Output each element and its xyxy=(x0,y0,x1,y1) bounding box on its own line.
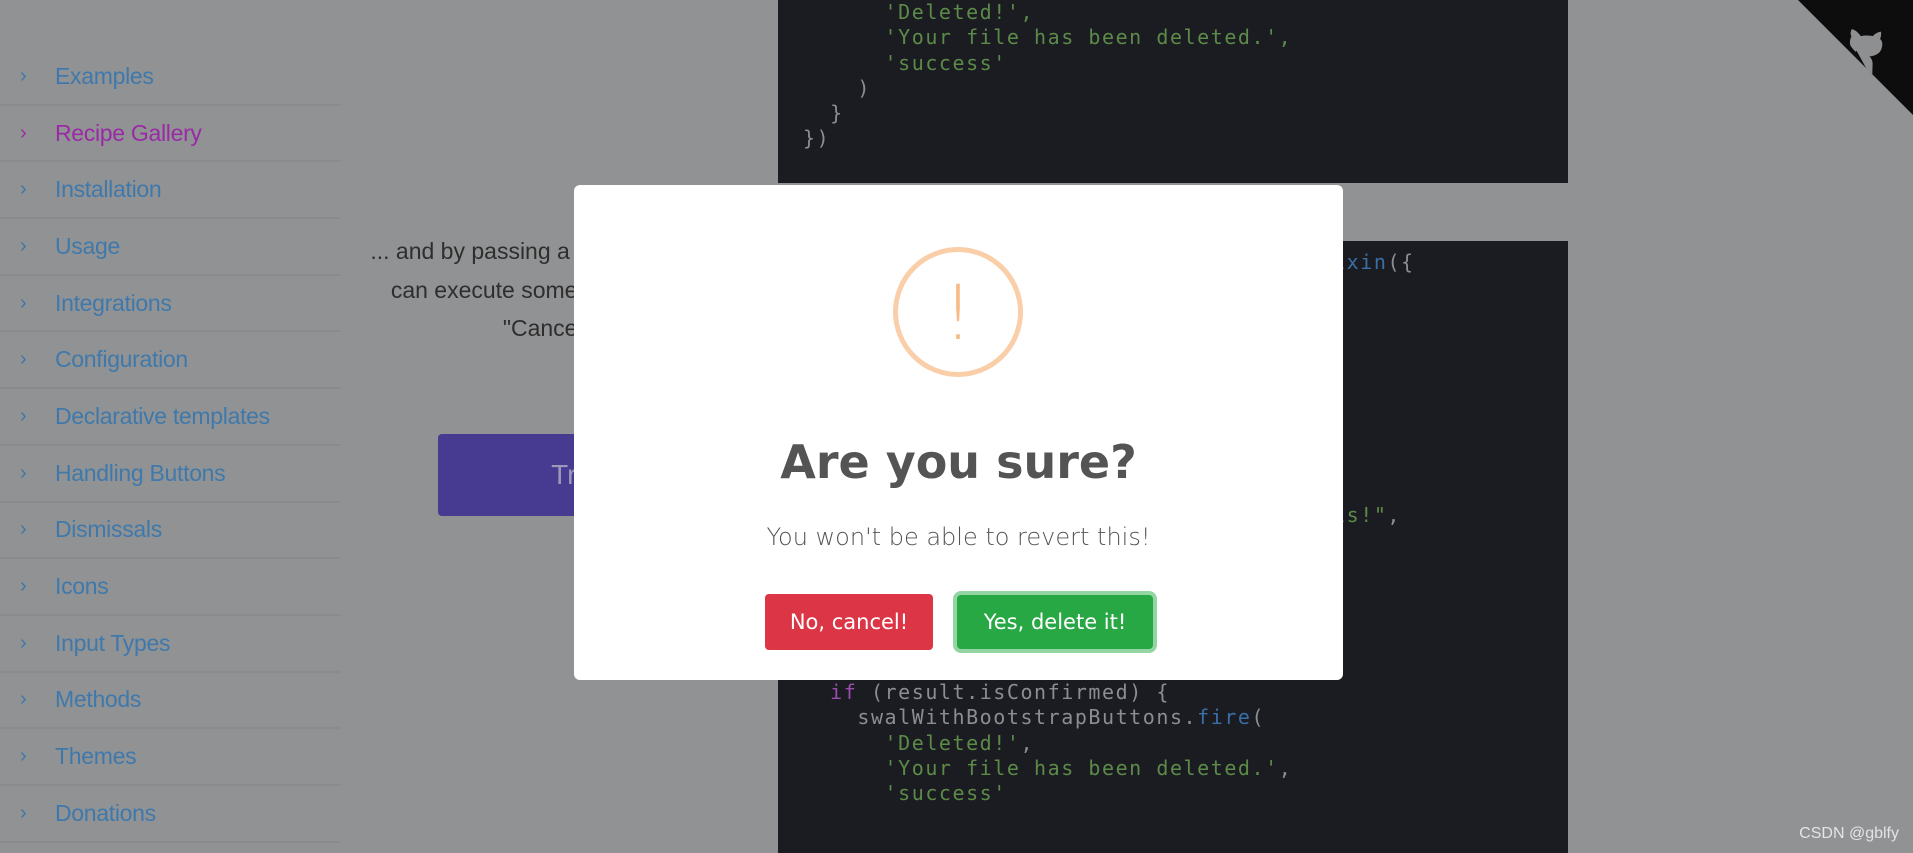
chevron-right-icon: › xyxy=(20,64,27,87)
dialog-title: Are you sure? xyxy=(780,435,1137,489)
sidebar-item-themes[interactable]: › Themes xyxy=(0,729,341,786)
warning-icon: ! xyxy=(893,247,1023,377)
code-line: 'success' xyxy=(803,50,1007,75)
chevron-right-icon: › xyxy=(20,575,27,598)
confirm-delete-button[interactable]: Yes, delete it! xyxy=(957,595,1153,649)
sidebar-item-input-types[interactable]: › Input Types xyxy=(0,616,341,673)
sidebar-item-label: Integrations xyxy=(55,289,172,316)
code-line: if (result.isConfirmed) { xyxy=(803,680,1568,705)
sidebar-item-dismissals[interactable]: › Dismissals xyxy=(0,503,341,560)
sidebar: › Examples › Recipe Gallery › Installation › Us… xyxy=(0,49,341,843)
sidebar-item-label: Methods xyxy=(55,686,142,713)
sidebar-item-label: Input Types xyxy=(55,629,171,656)
sidebar-item-label: Configuration xyxy=(55,346,188,373)
code-line: swalWithBootstrapButtons.fire( xyxy=(803,705,1568,730)
sidebar-item-icons[interactable]: › Icons xyxy=(0,559,341,616)
chevron-right-icon: › xyxy=(20,688,27,711)
watermark: CSDN @gblfy xyxy=(1799,825,1899,842)
sidebar-item-label: Usage xyxy=(55,232,120,259)
code-token: , xyxy=(1387,502,1402,527)
code-line: ) xyxy=(803,75,871,100)
sidebar-item-declarative-templates[interactable]: › Declarative templates xyxy=(0,389,341,446)
code-token: 'success' xyxy=(803,781,1007,806)
sidebar-item-examples[interactable]: › Examples xyxy=(0,49,341,106)
code-line: 'success' xyxy=(803,781,1568,806)
github-octocat-icon[interactable] xyxy=(1798,0,1913,115)
sidebar-item-label: Installation xyxy=(55,176,162,203)
chevron-right-icon: › xyxy=(20,348,27,371)
code-token: 'Your file has been deleted.' xyxy=(803,755,1279,780)
confirm-dialog: ! Are you sure? You won't be able to rev… xyxy=(574,185,1343,680)
sidebar-item-integrations[interactable]: › Integrations xyxy=(0,276,341,333)
sidebar-item-label: Donations xyxy=(55,799,156,826)
chevron-right-icon: › xyxy=(20,404,27,427)
code-token: ({ xyxy=(1387,250,1415,274)
sidebar-item-label: Icons xyxy=(55,573,109,600)
sidebar-item-donations[interactable]: › Donations xyxy=(0,786,341,843)
sidebar-item-installation[interactable]: › Installation xyxy=(0,162,341,220)
code-line: 'Your file has been deleted.', xyxy=(803,756,1568,781)
sidebar-item-recipe-gallery[interactable]: › Recipe Gallery xyxy=(0,106,341,163)
code-block-top: 'Deleted!', 'Your file has been deleted.… xyxy=(778,0,1568,183)
code-token: swalWithBootstrapButtons. xyxy=(803,705,1198,730)
sidebar-item-methods[interactable]: › Methods xyxy=(0,673,341,730)
sidebar-item-handling-buttons[interactable]: › Handling Buttons xyxy=(0,446,341,503)
dialog-text: You won't be able to revert this! xyxy=(766,523,1151,551)
chevron-right-icon: › xyxy=(20,745,27,768)
code-token: ( xyxy=(1251,705,1266,730)
sidebar-item-label: Handling Buttons xyxy=(55,459,226,486)
chevron-right-icon: › xyxy=(20,121,27,144)
sidebar-item-label: Declarative templates xyxy=(55,402,270,429)
sidebar-item-label: Recipe Gallery xyxy=(55,119,202,146)
chevron-right-icon: › xyxy=(20,234,27,257)
chevron-right-icon: › xyxy=(20,178,27,201)
chevron-right-icon: › xyxy=(20,461,27,484)
sidebar-item-usage[interactable]: › Usage xyxy=(0,219,341,276)
sidebar-item-configuration[interactable]: › Configuration xyxy=(0,332,341,390)
code-token: , xyxy=(1278,755,1293,780)
code-line: 'Your file has been deleted.', xyxy=(803,25,1293,50)
chevron-right-icon: › xyxy=(20,631,27,654)
code-token: fire xyxy=(1197,705,1252,730)
sidebar-item-label: Themes xyxy=(55,743,137,770)
code-token: (result.isConfirmed) { xyxy=(857,680,1170,705)
code-line: 'Deleted!', xyxy=(803,0,1035,24)
code-line: 'Deleted!', xyxy=(803,731,1568,756)
code-token: , xyxy=(1020,730,1035,755)
code-line: } xyxy=(803,101,844,126)
code-token: if xyxy=(803,680,858,705)
chevron-right-icon: › xyxy=(20,518,27,541)
chevron-right-icon: › xyxy=(20,291,27,314)
code-token: 'Deleted!' xyxy=(803,730,1021,755)
code-line: }) xyxy=(803,126,831,151)
sidebar-item-label: Examples xyxy=(55,62,154,89)
cancel-button[interactable]: No, cancel! xyxy=(765,594,933,650)
sidebar-item-label: Dismissals xyxy=(55,516,162,543)
chevron-right-icon: › xyxy=(20,801,27,824)
